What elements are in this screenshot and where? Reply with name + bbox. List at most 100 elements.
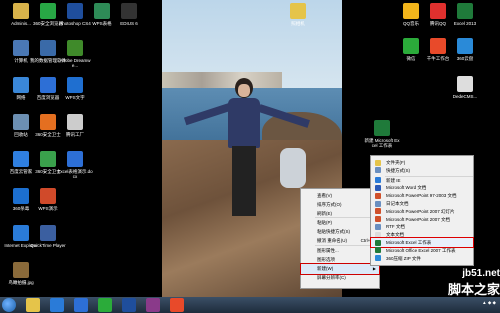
- desktop-icon[interactable]: 腾讯工厂: [57, 114, 93, 137]
- menu-item-label: 文件夹(F): [386, 160, 406, 165]
- desktop-icon-label: Excel表格演示.docx: [57, 169, 93, 179]
- menu-item-label: 新建 IE: [386, 177, 401, 183]
- app-icon: [40, 3, 56, 19]
- context-menu-item[interactable]: 撤消 重命名(U) Ctrl+Z: [301, 236, 379, 246]
- system-tray[interactable]: ▲ ◆ ◆: [482, 300, 496, 306]
- file-type-icon: [375, 192, 381, 199]
- taskbar-app-icon[interactable]: [170, 298, 184, 312]
- desktop-icon[interactable]: EDIUS 6: [111, 3, 147, 26]
- desktop-icon-label: DedeCMS...: [452, 94, 478, 99]
- desktop-icon[interactable]: Adobe Dreamwe...: [57, 40, 93, 68]
- desktop[interactable]: Adminis... 360安全浏览器 Photoshop CS4 WPS表格 EDIU…: [0, 0, 500, 297]
- menu-item-label: Microsoft PowerPoint 2007 幻灯片: [386, 208, 455, 214]
- app-icon: [67, 40, 83, 56]
- menu-item-label: Microsoft Word 文档: [386, 185, 427, 191]
- app-icon: [40, 151, 56, 167]
- app-icon: [403, 38, 419, 54]
- app-icon: [40, 77, 56, 93]
- app-icon: [457, 38, 473, 54]
- desktop-icon-label: 新建 Microsoft Excel 工作表: [364, 138, 400, 148]
- file-type-icon: [375, 247, 381, 254]
- desktop-icon-label: QuickTime Player: [30, 243, 66, 248]
- desktop-icon-label: WPS演示: [38, 206, 58, 211]
- menu-item-label: 图形选项: [317, 257, 335, 262]
- menu-item-label: RTF 文档: [386, 224, 405, 230]
- app-icon: [67, 151, 83, 167]
- desktop-icon-label: 腾讯工厂: [66, 132, 84, 137]
- start-button[interactable]: [2, 298, 16, 312]
- menu-item-label: 刷新(E): [317, 211, 332, 216]
- menu-item-label: 新建(W): [317, 266, 334, 271]
- wallpaper-person: [220, 78, 270, 228]
- menu-item-label: Microsoft Office Excel 2007 工作表: [386, 247, 456, 253]
- taskbar-360-icon[interactable]: [98, 298, 112, 312]
- menu-item-label: Microsoft PowerPoint 2007 文档: [386, 216, 451, 222]
- app-icon: [13, 3, 29, 19]
- desktop-icon[interactable]: QuickTime Player: [30, 225, 66, 248]
- file-type-icon: [375, 231, 381, 238]
- app-icon: [13, 188, 29, 204]
- desktop-icon-label: 照相机: [291, 21, 305, 26]
- desktop-icon-label: 360云盘: [456, 56, 474, 61]
- file-type-icon: [375, 159, 381, 166]
- file-type-icon: [375, 223, 381, 230]
- file-type-icon: [375, 184, 381, 191]
- taskbar-explorer-icon[interactable]: [26, 298, 40, 312]
- app-icon: [67, 3, 83, 19]
- app-icon: [121, 3, 137, 19]
- app-icon: [457, 76, 473, 92]
- desktop-icon-folder[interactable]: 照相机: [280, 3, 316, 26]
- app-icon: [430, 38, 446, 54]
- wallpaper-child: [280, 148, 306, 188]
- desktop-icon[interactable]: DedeCMS...: [447, 76, 483, 99]
- file-type-icon: [375, 167, 381, 174]
- new-submenu: 文件夹(F) 快捷方式(S) 新建 IE Microsoft Word 文档 Micro…: [370, 155, 474, 266]
- desktop-icon[interactable]: Excel 2013: [447, 3, 483, 26]
- taskbar-browser-icon[interactable]: [74, 298, 88, 312]
- menu-item-label: 图形属性...: [317, 248, 339, 253]
- menu-item-label: 排序方式(O): [317, 202, 342, 207]
- file-type-icon: [375, 239, 381, 246]
- menu-item-label: Microsoft Excel 工作表: [386, 240, 432, 245]
- app-icon: [40, 225, 56, 241]
- desktop-icon-label: WPS文字: [65, 95, 85, 100]
- menu-item-label: 粘贴(P): [317, 220, 332, 225]
- menu-item-label: 文本文档: [386, 232, 404, 238]
- menu-item-label: 查看(V): [317, 193, 332, 198]
- app-icon: [13, 151, 29, 167]
- desktop-icon[interactable]: 新建 Microsoft Excel 工作表: [364, 120, 400, 148]
- context-menu-item[interactable]: 屏幕分辨率(C): [301, 273, 379, 283]
- app-icon: [67, 77, 83, 93]
- menu-item-label: Microsoft PowerPoint 97-2003 文档: [386, 193, 457, 199]
- desktop-icon-label: Excel 2013: [453, 21, 477, 26]
- app-icon: [13, 114, 29, 130]
- desktop-icon[interactable]: Excel表格演示.docx: [57, 151, 93, 179]
- new-submenu-item[interactable]: 360压缩 ZIP 文件: [371, 254, 473, 263]
- new-submenu-item[interactable]: 快捷方式(S): [371, 166, 473, 175]
- menu-item-label: 日记本文档: [386, 201, 409, 206]
- taskbar-photoshop-icon[interactable]: [122, 298, 136, 312]
- desktop-icon[interactable]: 360云盘: [447, 38, 483, 61]
- file-type-icon: [375, 255, 381, 262]
- desktop-icon[interactable]: 鸟瞰拍摄.jpg: [3, 262, 39, 285]
- desktop-icon-label: Adobe Dreamwe...: [59, 58, 91, 68]
- app-icon: [403, 3, 419, 19]
- app-icon: [40, 40, 56, 56]
- app-icon: [13, 40, 29, 56]
- desktop-icon-label: 鸟瞰拍摄.jpg: [8, 280, 34, 285]
- desktop-icon[interactable]: WPS文字: [57, 77, 93, 100]
- app-icon: [40, 114, 56, 130]
- file-type-icon: [375, 200, 381, 207]
- app-icon: [13, 77, 29, 93]
- app-icon: [374, 120, 390, 136]
- app-icon: [13, 225, 29, 241]
- desktop-icon[interactable]: WPS演示: [30, 188, 66, 211]
- app-icon: [13, 262, 29, 278]
- desktop-icon-label: EDIUS 6: [120, 21, 138, 26]
- taskbar-app-icon[interactable]: [146, 298, 160, 312]
- taskbar-ie-icon[interactable]: [50, 298, 64, 312]
- folder-icon: [290, 3, 306, 19]
- app-icon: [94, 3, 110, 19]
- watermark-text: 脚本之家: [447, 282, 500, 297]
- context-menu: 查看(V)▶排序方式(O)▶刷新(E)粘贴(P)粘贴快捷方式(S)撤消 重命名(…: [300, 188, 380, 289]
